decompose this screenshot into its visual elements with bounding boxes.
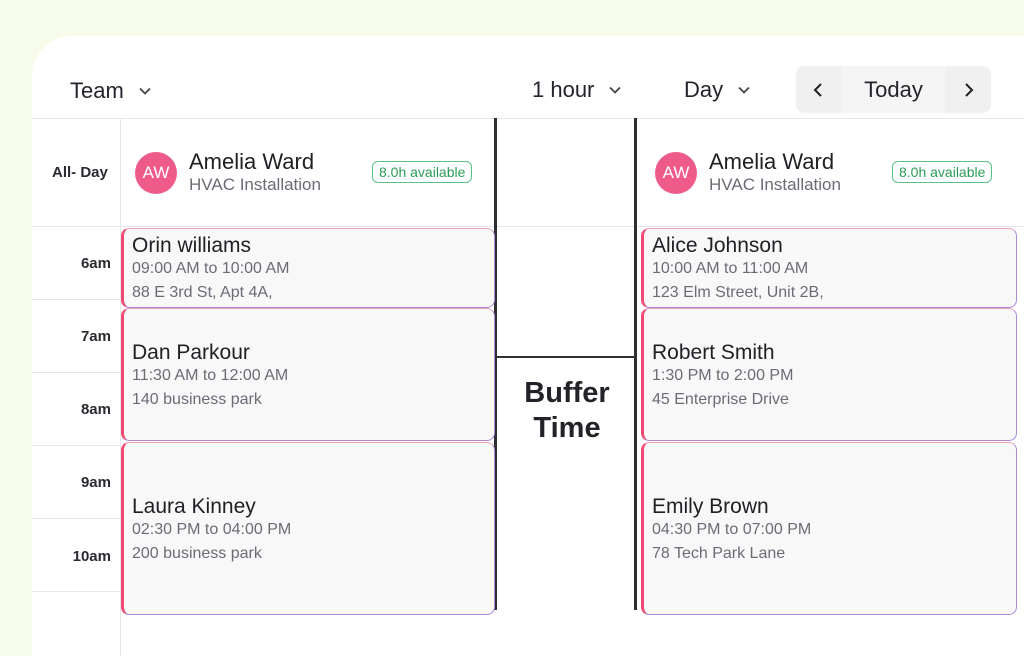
- event-address: 140 business park: [132, 391, 262, 408]
- chevron-down-icon: [738, 86, 750, 94]
- view-dropdown-label: Day: [684, 77, 724, 102]
- team-dropdown-label: Team: [70, 78, 124, 103]
- buffer-time-label: Buffer Time: [524, 377, 610, 444]
- event-customer-name: Dan Parkour: [132, 341, 250, 364]
- calendar-card: Team 1 hour Day Today All- Day 6am 7am 8…: [32, 36, 1024, 656]
- row-divider: [32, 518, 120, 519]
- availability-badge: 8.0h available: [372, 161, 473, 183]
- event-customer-name: Emily Brown: [652, 495, 769, 518]
- event-card[interactable]: Laura Kinney 02:30 PM to 04:00 PM 200 bu…: [121, 442, 495, 615]
- event-time: 04:30 PM to 07:00 PM: [652, 521, 812, 538]
- allday-divider: [120, 226, 1024, 227]
- technician-name: Amelia Ward: [709, 149, 835, 174]
- buffer-divider: [497, 356, 634, 358]
- date-navigation: Today: [796, 66, 991, 113]
- row-divider: [32, 445, 120, 446]
- time-label-9am: 9am: [80, 474, 111, 491]
- technician-name: Amelia Ward: [189, 149, 315, 174]
- event-customer-name: Laura Kinney: [132, 495, 256, 518]
- event-time: 02:30 PM to 04:00 PM: [132, 521, 292, 538]
- event-address: 45 Enterprise Drive: [652, 391, 789, 408]
- event-card[interactable]: Alice Johnson 10:00 AM to 11:00 AM 123 E…: [641, 228, 1017, 308]
- row-divider: [32, 591, 120, 592]
- availability-badge: 8.0h available: [892, 161, 993, 183]
- time-label-7am: 7am: [80, 328, 111, 345]
- avatar: AW: [655, 152, 697, 194]
- technician-role: HVAC Installation: [709, 175, 841, 194]
- event-card[interactable]: Emily Brown 04:30 PM to 07:00 PM 78 Tech…: [641, 442, 1017, 615]
- time-label-8am: 8am: [80, 401, 111, 418]
- event-card[interactable]: Robert Smith 1:30 PM to 2:00 PM 45 Enter…: [641, 308, 1017, 441]
- event-time: 09:00 AM to 10:00 AM: [132, 260, 290, 277]
- team-dropdown[interactable]: Team: [70, 78, 152, 104]
- chevron-down-icon: [609, 86, 622, 94]
- prev-day-button[interactable]: [796, 66, 840, 113]
- time-label-10am: 10am: [72, 548, 111, 565]
- event-address: 123 Elm Street, Unit 2B,: [652, 284, 824, 301]
- header-divider: [32, 118, 1024, 119]
- row-divider: [32, 372, 120, 373]
- row-divider: [32, 299, 120, 300]
- next-day-button[interactable]: [947, 66, 991, 113]
- technician-role: HVAC Installation: [189, 175, 321, 194]
- event-address: 78 Tech Park Lane: [652, 545, 786, 562]
- event-address: 88 E 3rd St, Apt 4A,: [132, 284, 273, 301]
- event-time: 11:30 AM to 12:00 AM: [132, 367, 289, 384]
- view-dropdown[interactable]: Day: [684, 77, 751, 103]
- row-divider: [32, 226, 120, 227]
- event-customer-name: Alice Johnson: [652, 234, 783, 257]
- chevron-left-icon: [813, 82, 822, 97]
- event-customer-name: Robert Smith: [652, 341, 775, 364]
- chevron-right-icon: [965, 82, 974, 97]
- interval-dropdown[interactable]: 1 hour: [532, 77, 622, 103]
- event-time: 1:30 PM to 2:00 PM: [652, 367, 794, 384]
- column-divider: [634, 118, 637, 610]
- chevron-down-icon: [139, 87, 151, 95]
- event-time: 10:00 AM to 11:00 AM: [652, 260, 809, 277]
- event-card[interactable]: Orin williams 09:00 AM to 10:00 AM 88 E …: [121, 228, 495, 308]
- event-address: 200 business park: [132, 545, 262, 562]
- today-button[interactable]: Today: [842, 66, 945, 113]
- avatar: AW: [135, 152, 177, 194]
- event-customer-name: Orin williams: [132, 234, 252, 257]
- time-label-6am: 6am: [80, 255, 111, 272]
- interval-dropdown-label: 1 hour: [532, 77, 595, 102]
- event-card[interactable]: Dan Parkour 11:30 AM to 12:00 AM 140 bus…: [121, 308, 495, 441]
- allday-label: All- Day: [52, 164, 108, 181]
